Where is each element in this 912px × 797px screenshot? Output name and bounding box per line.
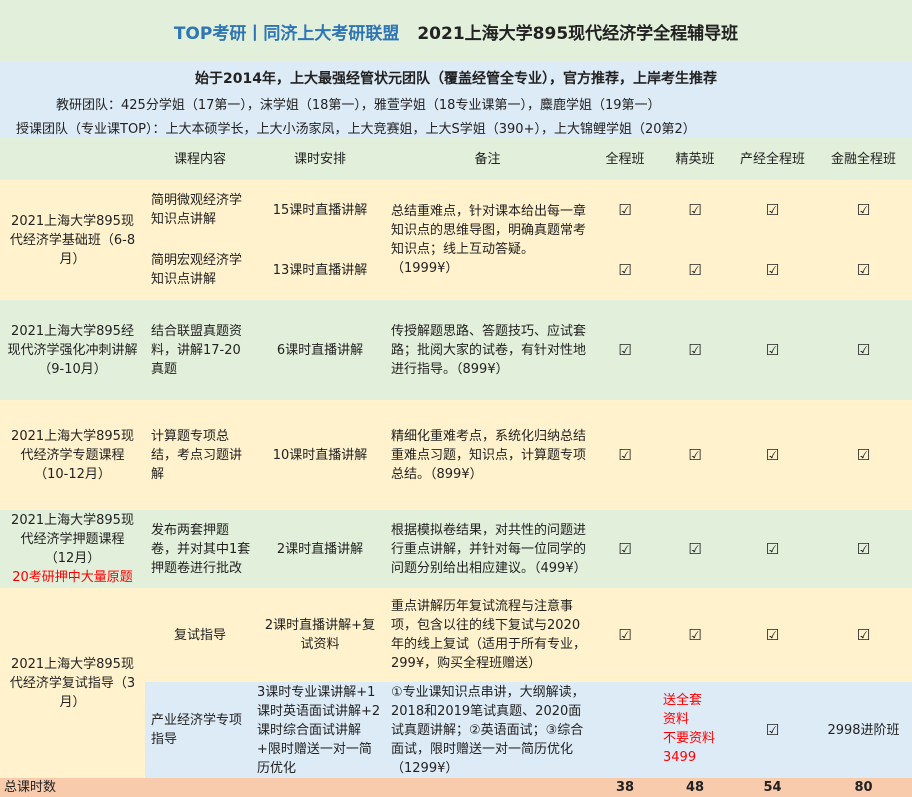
hours-micro: 15课时直播讲解 xyxy=(255,180,385,240)
content-industry: 产业经济学专项指导 xyxy=(145,682,255,778)
check-icon: ☑ xyxy=(590,240,660,300)
note-industry: ①专业课知识点串讲，大纲解读，2018和2019笔试真题、2020面试真题讲解；… xyxy=(385,682,590,778)
check-icon: ☑ xyxy=(660,400,730,510)
page-title: 2021上海大学895现代经济学全程辅导班 xyxy=(417,23,739,44)
stage-predict: 2021上海大学895现代经济学押题课程（12月） xyxy=(11,513,134,566)
header-notes: 备注 xyxy=(385,138,590,180)
check-icon: ☑ xyxy=(590,180,660,240)
content-intensive: 结合联盟真题资料，讲解17-20真题 xyxy=(145,300,255,400)
finance-industry-note: 2998进阶班 xyxy=(815,682,912,778)
check-icon: ☑ xyxy=(730,400,815,510)
check-icon: ☑ xyxy=(590,510,660,588)
elite-note-line: 送全套 xyxy=(663,693,703,708)
hours-macro: 13课时直播讲解 xyxy=(255,240,385,300)
hours-retest: 2课时直播讲解+复试资料 xyxy=(255,588,385,682)
total-elite: 48 xyxy=(660,778,730,797)
note-retest: 重点讲解历年复试流程与注意事项，包含以往的线下复试与2020年的线上复试（适用于… xyxy=(385,588,590,682)
check-icon: ☑ xyxy=(730,682,815,778)
intro-block: 始于2014年，上大最强经管状元团队（覆盖经管全专业），官方推荐，上岸考生推荐 … xyxy=(0,62,912,138)
total-industrial: 54 xyxy=(730,778,815,797)
content-topic: 计算题专项总结，考点习题讲解 xyxy=(145,400,255,510)
check-icon: ☑ xyxy=(590,300,660,400)
elite-industry-note-cell: 送全套 资料 不要资料 3499 xyxy=(660,682,730,778)
check-icon: ☑ xyxy=(815,240,912,300)
note-topic: 精细化重难考点，系统化归纳总结重难点习题，知识点，计算题专项总结。（899¥） xyxy=(385,400,590,510)
totals-label: 总课时数 xyxy=(4,778,144,797)
check-icon: ☑ xyxy=(660,300,730,400)
check-icon: ☑ xyxy=(730,510,815,588)
note-basic: 总结重难点，针对课本给出每一章知识点的思维导图，明确真题常考知识点；线上互动答疑… xyxy=(385,180,590,300)
check-icon: ☑ xyxy=(660,180,730,240)
check-icon: ☑ xyxy=(660,510,730,588)
stage-topic: 2021上海大学895现代经济学专题课程（10-12月） xyxy=(0,400,145,510)
check-icon: ☑ xyxy=(815,180,912,240)
teaching-team: 授课团队（专业课TOP）：上大本硕学长，上大小汤家凤，上大竞赛姐，上大S学姐（3… xyxy=(16,122,696,137)
header-industrial: 产经全程班 xyxy=(730,138,815,180)
total-finance: 80 xyxy=(815,778,912,797)
predict-highlight: 20考研押中大量原题 xyxy=(12,570,133,585)
header-hours: 课时安排 xyxy=(255,138,385,180)
check-icon: ☑ xyxy=(815,588,912,682)
research-team: 教研团队：425分学姐（17第一），沫学姐（18第一），雅萱学姐（18专业课第一… xyxy=(56,98,661,113)
check-icon: ☑ xyxy=(730,240,815,300)
header-full: 全程班 xyxy=(590,138,660,180)
content-micro: 简明微观经济学知识点讲解 xyxy=(145,180,255,240)
check-icon: ☑ xyxy=(730,300,815,400)
header-stage-cell xyxy=(0,138,145,180)
stage-basic: 2021上海大学895现代经济学基础班（6-8月） xyxy=(0,180,145,300)
title-bar: TOP考研丨同济上大考研联盟 2021上海大学895现代经济学全程辅导班 xyxy=(0,0,912,62)
header-finance: 金融全程班 xyxy=(815,138,912,180)
check-icon: ☑ xyxy=(730,180,815,240)
elite-note-line: 资料 xyxy=(663,712,690,727)
total-full: 38 xyxy=(590,778,660,797)
tagline: 始于2014年，上大最强经管状元团队（覆盖经管全专业），官方推荐，上岸考生推荐 xyxy=(195,71,717,87)
content-retest: 复试指导 xyxy=(145,588,255,682)
hours-intensive: 6课时直播讲解 xyxy=(255,300,385,400)
brand-name: TOP考研丨同济上大考研联盟 xyxy=(173,23,400,44)
stage-intensive: 2021上海大学895经现代济学强化冲刺讲解（9-10月） xyxy=(0,300,145,400)
check-icon: ☑ xyxy=(590,400,660,510)
header-elite: 精英班 xyxy=(660,138,730,180)
check-icon: ☑ xyxy=(815,400,912,510)
note-predict: 根据模拟卷结果，对共性的问题进行重点讲解，并针对每一位同学的问题分别给出相应建议… xyxy=(385,510,590,588)
elite-note-line: 不要资料 xyxy=(663,731,716,746)
full-industry-blank xyxy=(590,682,660,778)
content-predict: 发布两套押题卷，并对其中1套押题卷进行批改 xyxy=(145,510,255,588)
hours-industry: 3课时专业课讲解+1课时英语面试讲解+2课时综合面试讲解+限时赠送一对一简历优化 xyxy=(255,682,385,778)
check-icon: ☑ xyxy=(815,510,912,588)
stage-predict-cell: 2021上海大学895现代经济学押题课程（12月） 20考研押中大量原题 xyxy=(0,510,145,588)
check-icon: ☑ xyxy=(590,588,660,682)
hours-predict: 2课时直播讲解 xyxy=(255,510,385,588)
course-table-sheet: TOP考研丨同济上大考研联盟 2021上海大学895现代经济学全程辅导班 始于2… xyxy=(0,0,912,797)
check-icon: ☑ xyxy=(660,240,730,300)
stage-retest: 2021上海大学895现代经济学复试指导（3月） xyxy=(0,588,145,778)
header-content: 课程内容 xyxy=(145,138,255,180)
elite-note-line: 3499 xyxy=(663,750,697,765)
check-icon: ☑ xyxy=(660,588,730,682)
note-intensive: 传授解题思路、答题技巧、应试套路；批阅大家的试卷，有针对性地进行指导。（899¥… xyxy=(385,300,590,400)
check-icon: ☑ xyxy=(730,588,815,682)
hours-topic: 10课时直播讲解 xyxy=(255,400,385,510)
check-icon: ☑ xyxy=(815,300,912,400)
content-macro: 简明宏观经济学知识点讲解 xyxy=(145,240,255,300)
